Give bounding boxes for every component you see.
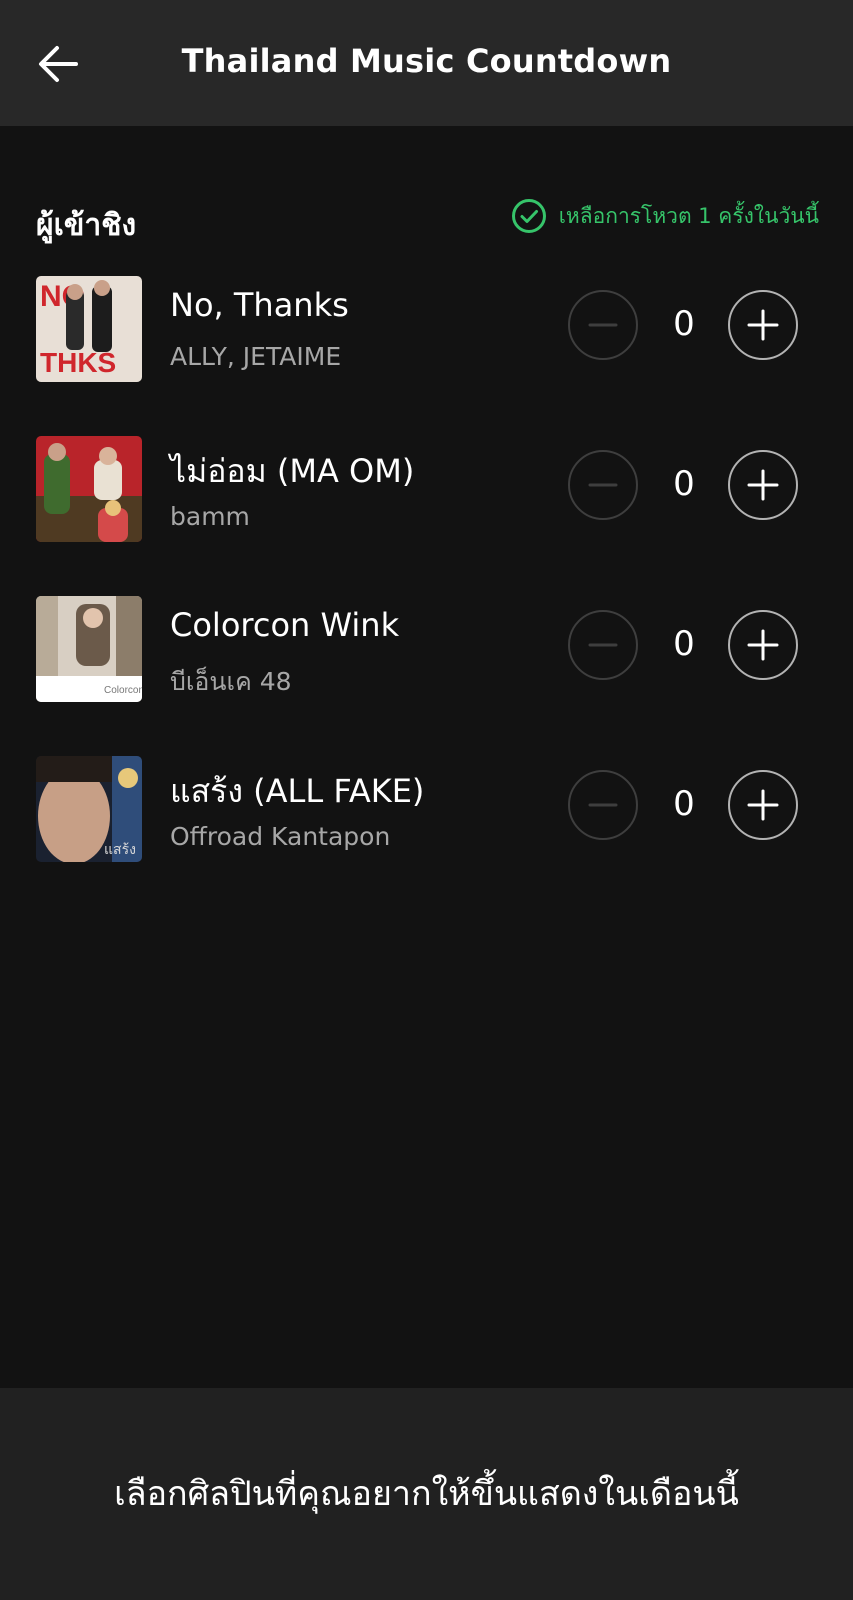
song-artist: บีเอ็นเค 48 — [170, 667, 292, 696]
increase-vote-button[interactable] — [728, 450, 798, 520]
section-title: ผู้เข้าชิง — [36, 208, 137, 243]
minus-icon — [588, 323, 618, 327]
song-title: ไม่อ่อม (MA OM) — [170, 452, 415, 490]
nominee-row: Colorcon Colorcon Wink บีเอ็นเค 48 0 — [0, 592, 853, 752]
plus-icon — [747, 469, 779, 501]
decrease-vote-button[interactable] — [568, 290, 638, 360]
album-cover: NO THKS — [36, 276, 142, 382]
page-title: Thailand Music Countdown — [181, 42, 672, 80]
song-artist: Offroad Kantapon — [170, 822, 391, 851]
album-cover — [36, 436, 142, 542]
vote-count: 0 — [673, 304, 695, 344]
minus-icon — [588, 803, 618, 807]
bottom-banner: เลือกศิลปินที่คุณอยากให้ขึ้นแสดงในเดือนน… — [0, 1388, 853, 1600]
nominee-row: ไม่อ่อม (MA OM) bamm 0 — [0, 432, 853, 592]
app-screen: Thailand Music Countdown ผู้เข้าชิง เหลื… — [0, 0, 853, 1600]
album-cover: Colorcon — [36, 596, 142, 702]
album-cover: แสร้ง — [36, 756, 142, 862]
minus-icon — [588, 483, 618, 487]
votes-remaining: เหลือการโหวต 1 ครั้งในวันนี้ — [511, 198, 819, 234]
song-artist: bamm — [170, 502, 250, 531]
plus-icon — [747, 789, 779, 821]
increase-vote-button[interactable] — [728, 290, 798, 360]
check-circle-icon — [511, 198, 547, 234]
song-title: Colorcon Wink — [170, 606, 400, 644]
song-title: No, Thanks — [170, 286, 349, 324]
top-bar: Thailand Music Countdown — [0, 0, 853, 126]
svg-text:แสร้ง: แสร้ง — [104, 842, 136, 858]
vote-count: 0 — [673, 784, 695, 824]
decrease-vote-button[interactable] — [568, 450, 638, 520]
svg-text:Colorcon: Colorcon — [104, 685, 142, 696]
decrease-vote-button[interactable] — [568, 610, 638, 680]
decrease-vote-button[interactable] — [568, 770, 638, 840]
votes-remaining-text: เหลือการโหวต 1 ครั้งในวันนี้ — [558, 203, 819, 228]
nominee-row: แสร้ง แสร้ง (ALL FAKE) Offroad Kantapon … — [0, 752, 853, 912]
footer-instruction: เลือกศิลปินที่คุณอยากให้ขึ้นแสดงในเดือนน… — [114, 1474, 739, 1514]
nominee-row: NO THKS No, Thanks ALLY, JETAIME 0 — [0, 272, 853, 432]
vote-count: 0 — [673, 464, 695, 504]
increase-vote-button[interactable] — [728, 770, 798, 840]
minus-icon — [588, 643, 618, 647]
plus-icon — [747, 309, 779, 341]
increase-vote-button[interactable] — [728, 610, 798, 680]
plus-icon — [747, 629, 779, 661]
nominee-list: NO THKS No, Thanks ALLY, JETAIME 0 ไม่อ่… — [0, 272, 853, 912]
song-artist: ALLY, JETAIME — [170, 342, 342, 371]
vote-count: 0 — [673, 624, 695, 664]
song-title: แสร้ง (ALL FAKE) — [170, 772, 425, 810]
